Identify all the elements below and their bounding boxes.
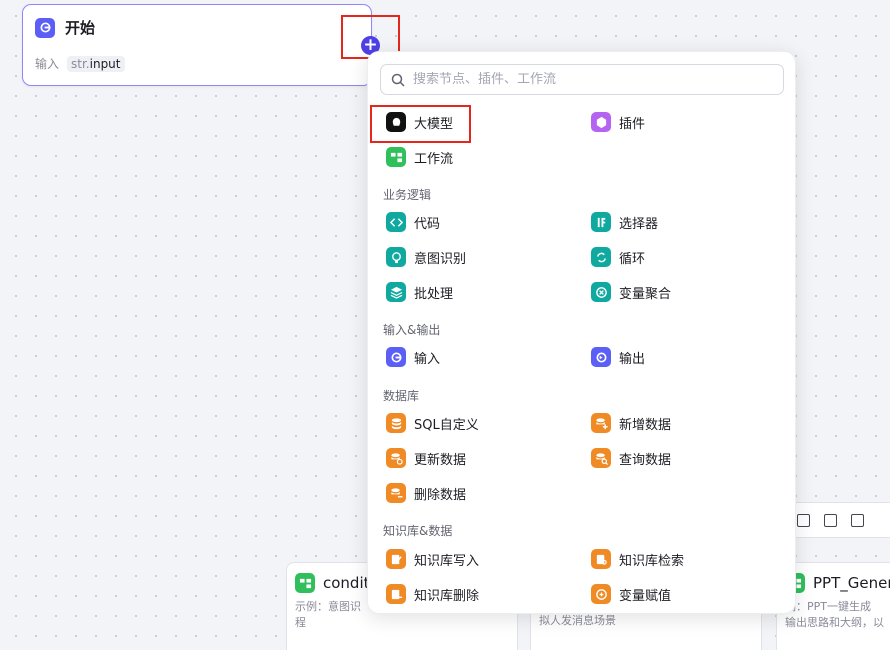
database-add-icon bbox=[591, 413, 611, 433]
query-data-label: 查询数据 bbox=[619, 452, 672, 468]
workflow-icon bbox=[386, 147, 406, 167]
knowledge-write-icon bbox=[386, 549, 406, 569]
variable-assign-icon bbox=[591, 584, 611, 604]
image-icon[interactable] bbox=[824, 513, 837, 527]
selector-icon bbox=[591, 212, 611, 232]
llm-label: 大模型 bbox=[414, 116, 454, 132]
kb-delete-label: 知识库删除 bbox=[414, 588, 480, 604]
comment-icon[interactable] bbox=[851, 513, 864, 527]
var-assign-label: 变量赋值 bbox=[619, 588, 672, 604]
start-node-title: 开始 bbox=[65, 19, 96, 37]
search-box[interactable] bbox=[380, 64, 784, 95]
menu-item-add-data[interactable]: 新增数据 bbox=[591, 412, 671, 434]
node-picker-panel: 大模型 插件 工作流 业务逻辑 代码 选择器 意图识别 循环 批处理 变量聚合 … bbox=[367, 51, 796, 614]
menu-item-input[interactable]: 输入 bbox=[386, 346, 440, 368]
batch-icon bbox=[386, 282, 406, 302]
menu-item-kb-search[interactable]: 知识库检索 bbox=[591, 548, 684, 570]
code-icon bbox=[386, 212, 406, 232]
menu-item-loop[interactable]: 循环 bbox=[591, 246, 645, 268]
database-query-icon bbox=[591, 448, 611, 468]
menu-item-var-assign[interactable]: 变量赋值 bbox=[591, 583, 671, 605]
workflow-label: 工作流 bbox=[414, 151, 454, 167]
kb-search-label: 知识库检索 bbox=[619, 553, 685, 569]
intent-label: 意图识别 bbox=[414, 251, 467, 267]
kb-write-label: 知识库写入 bbox=[414, 553, 480, 569]
selector-label: 选择器 bbox=[619, 216, 659, 232]
menu-item-kb-write[interactable]: 知识库写入 bbox=[386, 548, 479, 570]
loop-label: 循环 bbox=[619, 251, 646, 267]
output-icon bbox=[591, 347, 611, 367]
ppt-node-desc2: 输出思路和大纲，以 bbox=[785, 616, 884, 629]
menu-item-selector[interactable]: 选择器 bbox=[591, 211, 658, 233]
loop-icon bbox=[591, 247, 611, 267]
menu-item-code[interactable]: 代码 bbox=[386, 211, 440, 233]
ppt-node-name: PPT_Gener bbox=[813, 574, 890, 592]
condition-node-desc2: 程 bbox=[295, 616, 306, 629]
menu-item-output[interactable]: 输出 bbox=[591, 346, 645, 368]
start-node[interactable]: 开始 输入 str.input bbox=[22, 4, 372, 86]
database-update-icon bbox=[386, 448, 406, 468]
menu-item-workflow[interactable]: 工作流 bbox=[386, 146, 453, 168]
param-name: input bbox=[89, 56, 121, 71]
plugin-icon bbox=[591, 112, 611, 132]
input-icon bbox=[386, 347, 406, 367]
input-label-menu: 输入 bbox=[414, 351, 441, 367]
param-type: str. bbox=[71, 56, 90, 71]
database-icon bbox=[386, 413, 406, 433]
menu-item-query-data[interactable]: 查询数据 bbox=[591, 447, 671, 469]
condition-node-name: condit bbox=[323, 574, 370, 592]
llm-icon bbox=[386, 112, 406, 132]
section-business-logic: 业务逻辑 bbox=[383, 188, 432, 202]
menu-item-sql[interactable]: SQL自定义 bbox=[386, 412, 479, 434]
menu-item-kb-delete[interactable]: 知识库删除 bbox=[386, 583, 479, 605]
canvas-toolbar bbox=[790, 502, 890, 538]
menu-item-var-merge[interactable]: 变量聚合 bbox=[591, 281, 671, 303]
batch-label: 批处理 bbox=[414, 286, 454, 302]
knowledge-delete-icon bbox=[386, 584, 406, 604]
var-merge-label: 变量聚合 bbox=[619, 286, 672, 302]
code-label: 代码 bbox=[414, 216, 441, 232]
output-label: 输出 bbox=[619, 351, 646, 367]
intent-icon bbox=[386, 247, 406, 267]
grid-icon[interactable] bbox=[797, 513, 810, 527]
menu-item-plugin[interactable]: 插件 bbox=[591, 111, 645, 133]
sql-label: SQL自定义 bbox=[414, 417, 479, 433]
workflow-icon bbox=[295, 573, 315, 593]
knowledge-search-icon bbox=[591, 549, 611, 569]
condition-node-desc: 示例：意图识 bbox=[295, 600, 361, 613]
plugin-label: 插件 bbox=[619, 116, 646, 132]
section-database: 数据库 bbox=[383, 389, 420, 403]
ppt-node-desc: 例：PPT一键生成 bbox=[785, 600, 871, 613]
menu-item-intent[interactable]: 意图识别 bbox=[386, 246, 466, 268]
middle-node-desc: 拟人发消息场景 bbox=[539, 614, 616, 627]
update-data-label: 更新数据 bbox=[414, 452, 467, 468]
section-io: 输入&输出 bbox=[383, 323, 441, 337]
menu-item-update-data[interactable]: 更新数据 bbox=[386, 447, 466, 469]
menu-item-llm[interactable]: 大模型 bbox=[386, 111, 453, 133]
add-data-label: 新增数据 bbox=[619, 417, 672, 433]
menu-item-delete-data[interactable]: 删除数据 bbox=[386, 482, 466, 504]
input-label: 输入 bbox=[35, 57, 60, 71]
search-icon bbox=[391, 73, 405, 87]
delete-data-label: 删除数据 bbox=[414, 487, 467, 503]
start-icon bbox=[35, 17, 55, 38]
menu-item-batch[interactable]: 批处理 bbox=[386, 281, 453, 303]
section-knowledge: 知识库&数据 bbox=[383, 524, 453, 538]
variable-merge-icon bbox=[591, 282, 611, 302]
search-input[interactable] bbox=[413, 72, 753, 87]
database-delete-icon bbox=[386, 483, 406, 503]
param-tag: str.input bbox=[67, 55, 125, 72]
